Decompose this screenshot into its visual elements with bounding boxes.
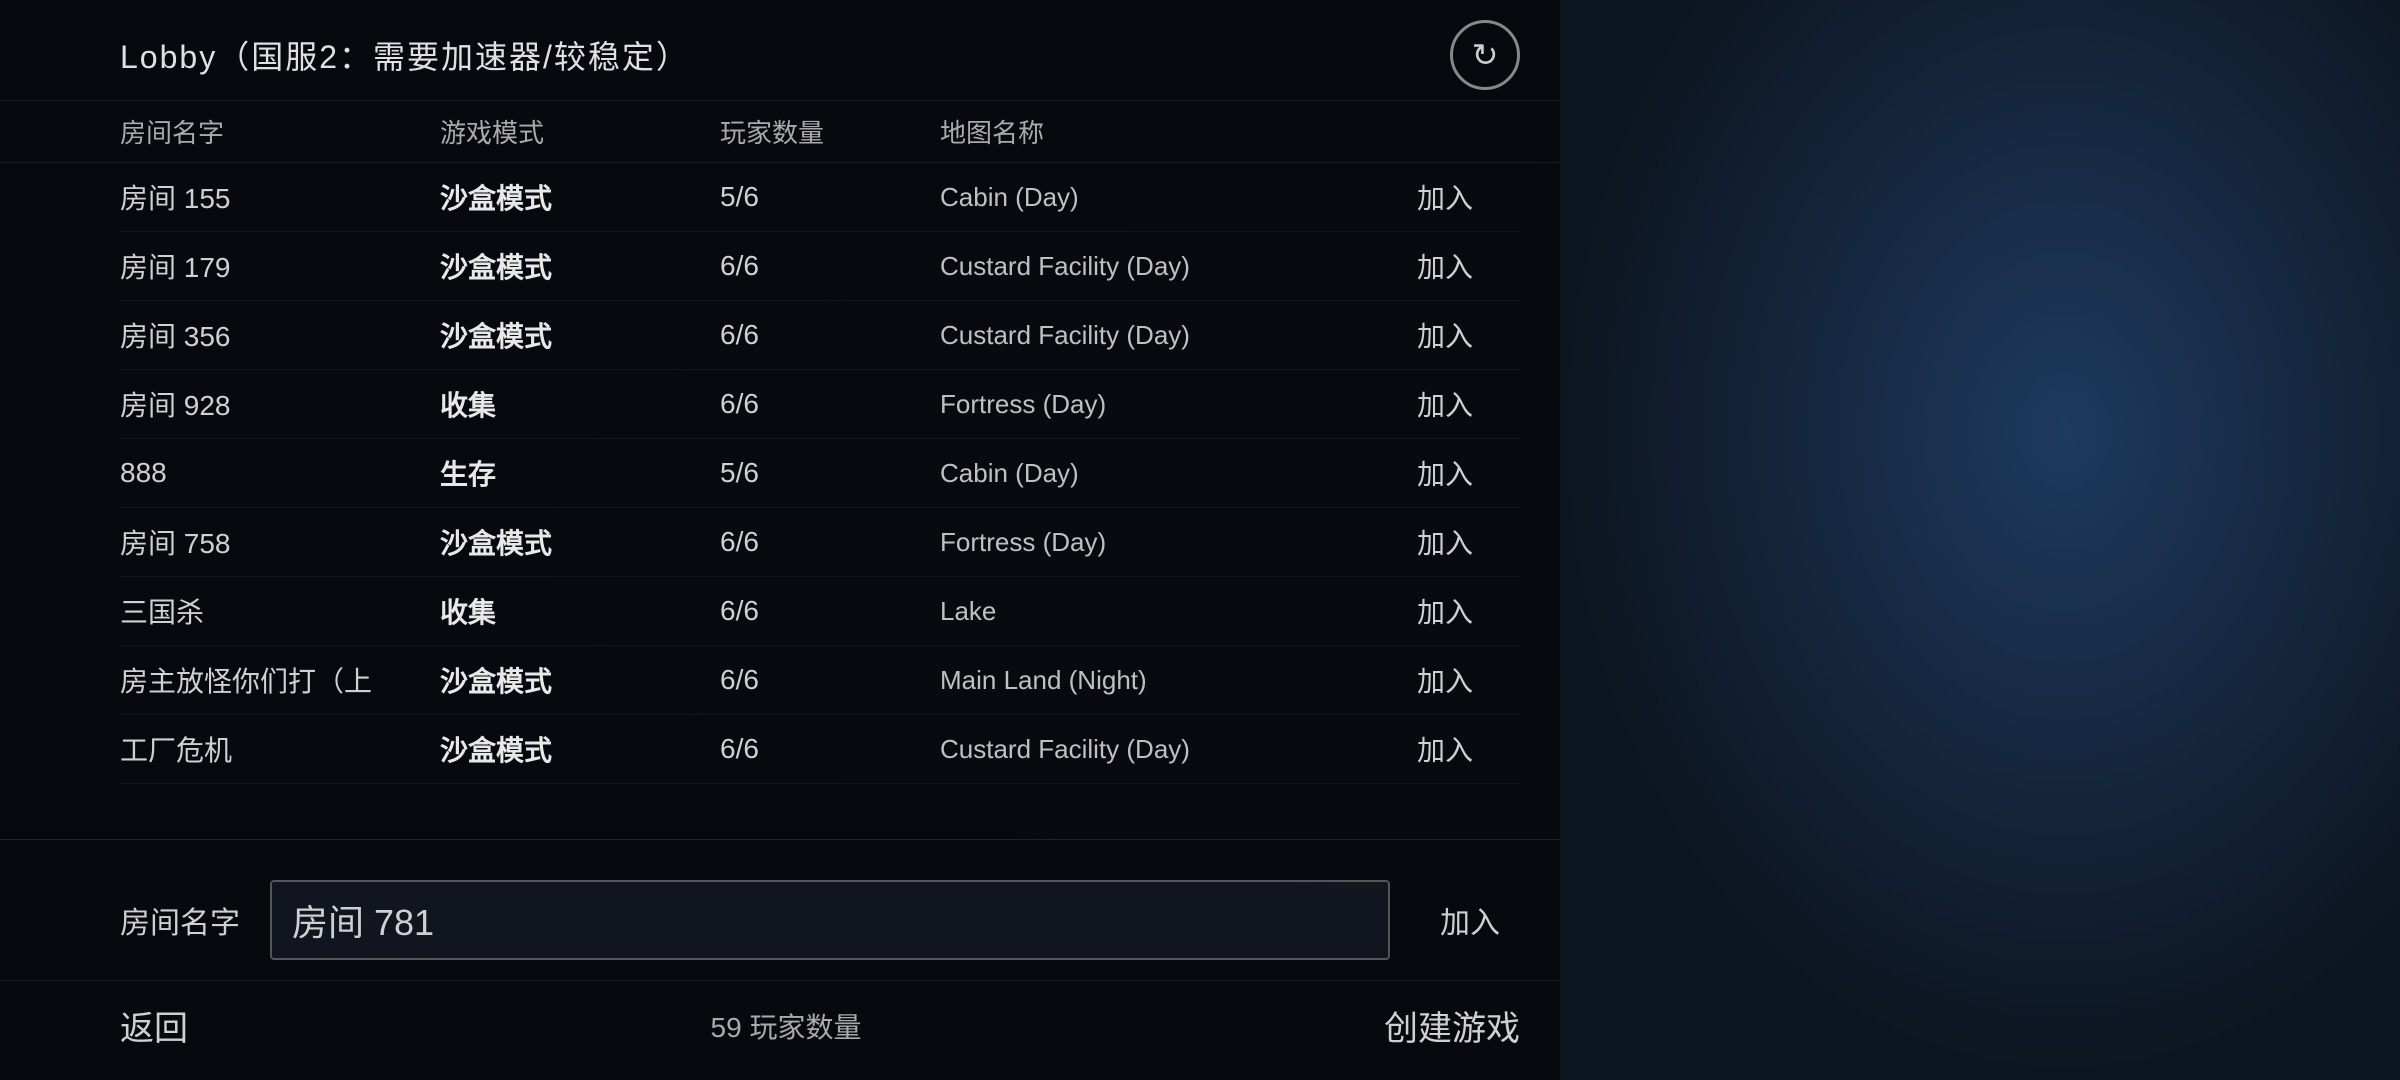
room-map-cell: Fortress (Day) [940, 389, 1370, 420]
room-name-cell: 工厂危机 [120, 729, 440, 769]
join-row-button[interactable]: 加入 [1370, 246, 1520, 286]
room-players-cell: 6/6 [720, 595, 940, 627]
header: Lobby（国服2：需要加速器/较稳定） ↻ [0, 0, 1560, 101]
join-row-button[interactable]: 加入 [1370, 660, 1520, 700]
back-button[interactable]: 返回 [120, 1001, 188, 1050]
room-name-cell: 房间 758 [120, 522, 440, 562]
table-row: 三国杀 收集 6/6 Lake 加入 [120, 577, 1520, 646]
room-map-cell: Custard Facility (Day) [940, 251, 1370, 282]
room-mode-cell: 生存 [440, 453, 720, 493]
table-row: 房间 928 收集 6/6 Fortress (Day) 加入 [120, 370, 1520, 439]
room-map-cell: Cabin (Day) [940, 458, 1370, 489]
lobby-title: Lobby（国服2：需要加速器/较稳定） [120, 32, 690, 78]
table-row: 房间 155 沙盒模式 5/6 Cabin (Day) 加入 [120, 163, 1520, 232]
col-header-players: 玩家数量 [720, 113, 940, 150]
join-row-button[interactable]: 加入 [1370, 315, 1520, 355]
room-mode-cell: 沙盒模式 [440, 729, 720, 769]
room-mode-cell: 沙盒模式 [440, 315, 720, 355]
join-input-button[interactable]: 加入 [1420, 898, 1520, 942]
room-players-cell: 5/6 [720, 457, 940, 489]
room-players-cell: 6/6 [720, 388, 940, 420]
col-header-action [1370, 113, 1520, 150]
table-row: 房间 356 沙盒模式 6/6 Custard Facility (Day) 加… [120, 301, 1520, 370]
room-players-cell: 6/6 [720, 664, 940, 696]
join-row-button[interactable]: 加入 [1370, 177, 1520, 217]
room-map-cell: Main Land (Night) [940, 665, 1370, 696]
room-name-cell: 888 [120, 457, 440, 489]
room-map-cell: Custard Facility (Day) [940, 320, 1370, 351]
room-name-cell: 房间 155 [120, 177, 440, 217]
table-row: 工厂危机 沙盒模式 6/6 Custard Facility (Day) 加入 [120, 715, 1520, 784]
room-name-cell: 房间 356 [120, 315, 440, 355]
input-room-label: 房间名字 [120, 898, 240, 942]
divider [0, 839, 1560, 840]
room-mode-cell: 收集 [440, 591, 720, 631]
player-count: 59 玩家数量 [711, 1006, 862, 1046]
table-row: 房间 179 沙盒模式 6/6 Custard Facility (Day) 加… [120, 232, 1520, 301]
join-row-button[interactable]: 加入 [1370, 384, 1520, 424]
column-headers: 房间名字 游戏模式 玩家数量 地图名称 [0, 101, 1560, 163]
room-name-cell: 房主放怪你们打（上 [120, 660, 440, 700]
col-header-room-name: 房间名字 [120, 113, 440, 150]
table-row: 房间 758 沙盒模式 6/6 Fortress (Day) 加入 [120, 508, 1520, 577]
room-map-cell: Custard Facility (Day) [940, 734, 1370, 765]
join-row-button[interactable]: 加入 [1370, 453, 1520, 493]
create-game-button[interactable]: 创建游戏 [1384, 1001, 1520, 1050]
room-players-cell: 6/6 [720, 526, 940, 558]
main-container: Lobby（国服2：需要加速器/较稳定） ↻ 房间名字 游戏模式 玩家数量 地图… [0, 0, 1560, 1080]
room-players-cell: 6/6 [720, 250, 940, 282]
refresh-button[interactable]: ↻ [1450, 20, 1520, 90]
input-section: 房间名字 加入 [0, 860, 1560, 980]
room-name-input[interactable] [270, 880, 1390, 960]
room-mode-cell: 沙盒模式 [440, 177, 720, 217]
room-mode-cell: 沙盒模式 [440, 246, 720, 286]
room-name-cell: 三国杀 [120, 591, 440, 631]
room-players-cell: 6/6 [720, 319, 940, 351]
footer: 返回 59 玩家数量 创建游戏 [0, 980, 1560, 1080]
room-map-cell: Fortress (Day) [940, 527, 1370, 558]
col-header-map-name: 地图名称 [940, 113, 1370, 150]
col-header-game-mode: 游戏模式 [440, 113, 720, 150]
room-mode-cell: 沙盒模式 [440, 522, 720, 562]
room-name-cell: 房间 928 [120, 384, 440, 424]
table-row: 888 生存 5/6 Cabin (Day) 加入 [120, 439, 1520, 508]
join-row-button[interactable]: 加入 [1370, 591, 1520, 631]
room-mode-cell: 沙盒模式 [440, 660, 720, 700]
room-players-cell: 6/6 [720, 733, 940, 765]
table-row: 房主放怪你们打（上 沙盒模式 6/6 Main Land (Night) 加入 [120, 646, 1520, 715]
rooms-list: 房间 155 沙盒模式 5/6 Cabin (Day) 加入 房间 179 沙盒… [0, 163, 1560, 819]
room-name-cell: 房间 179 [120, 246, 440, 286]
join-row-button[interactable]: 加入 [1370, 522, 1520, 562]
room-map-cell: Lake [940, 596, 1370, 627]
room-map-cell: Cabin (Day) [940, 182, 1370, 213]
join-row-button[interactable]: 加入 [1370, 729, 1520, 769]
room-mode-cell: 收集 [440, 384, 720, 424]
right-panel-bg [1560, 0, 2400, 1080]
room-players-cell: 5/6 [720, 181, 940, 213]
